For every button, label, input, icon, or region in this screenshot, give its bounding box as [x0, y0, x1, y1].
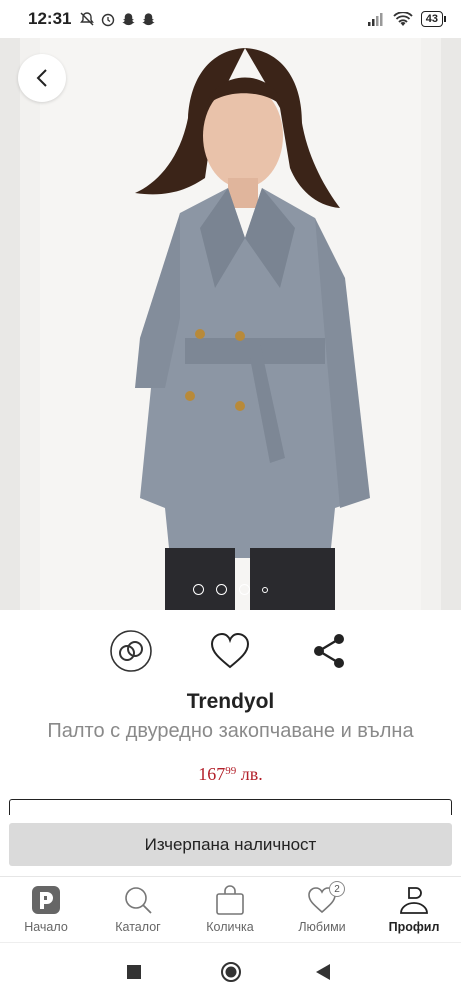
- product-image[interactable]: [40, 38, 421, 610]
- wifi-icon: [393, 11, 413, 26]
- product-price: 16799 лв.: [0, 764, 461, 785]
- search-icon: [123, 883, 153, 917]
- nav-item-cart[interactable]: Количка: [184, 883, 276, 934]
- battery-indicator: 43: [420, 11, 447, 27]
- nav-item-home[interactable]: Начало: [0, 883, 92, 934]
- share-button[interactable]: [306, 628, 352, 674]
- price-currency: лв.: [240, 764, 263, 784]
- square-icon: [127, 965, 141, 979]
- status-time: 12:31: [28, 9, 72, 28]
- previous-image-peek: [0, 38, 20, 610]
- nav-label: Профил: [388, 920, 440, 934]
- nav-label: Любими: [298, 920, 346, 934]
- snapchat-icon: [142, 12, 156, 25]
- cart-bag-icon: [215, 883, 245, 917]
- coat-model-illustration: [135, 48, 370, 610]
- favorites-count-badge: 2: [329, 881, 345, 897]
- next-image-peek: [441, 38, 461, 610]
- chevron-left-icon: [36, 69, 47, 87]
- bottom-navigation: Начало Каталог Количка 2 Любими Профил: [0, 876, 461, 941]
- home-system-button[interactable]: [220, 961, 242, 988]
- snapchat-icon: [122, 12, 136, 25]
- nav-label: Начало: [24, 920, 68, 934]
- recent-apps-button[interactable]: [127, 965, 141, 984]
- price-main: 167: [198, 764, 226, 784]
- out-of-stock-button[interactable]: Изчерпана наличност: [9, 823, 452, 866]
- size-select[interactable]: [9, 799, 452, 815]
- status-left: 12:31: [28, 9, 156, 29]
- heart-icon: 2: [307, 881, 345, 917]
- gallery-pagination: [0, 584, 461, 595]
- gallery-dot[interactable]: [262, 586, 268, 593]
- back-button[interactable]: [18, 54, 66, 102]
- brand-name[interactable]: Trendyol: [0, 690, 461, 714]
- share-icon: [314, 634, 344, 668]
- price-cents: 99: [225, 765, 237, 777]
- nav-label: Количка: [206, 920, 254, 934]
- product-image-gallery[interactable]: [0, 38, 461, 610]
- nav-item-favorites[interactable]: 2 Любими: [276, 881, 368, 934]
- notifications-muted-icon: [80, 12, 95, 26]
- gallery-dot[interactable]: [239, 584, 250, 595]
- product-name: Палто с двуредно закопчаване и вълна: [47, 720, 414, 742]
- status-right: 43: [367, 11, 447, 27]
- nav-item-profile[interactable]: Профил: [368, 883, 460, 934]
- gallery-dot[interactable]: [193, 584, 204, 595]
- nav-label: Каталог: [115, 920, 161, 934]
- home-logo-icon: [31, 883, 61, 917]
- product-actions: [0, 628, 461, 674]
- alarm-icon: [102, 13, 115, 27]
- profile-icon: [399, 883, 429, 917]
- nav-item-catalog[interactable]: Каталог: [92, 883, 184, 934]
- circle-icon: [221, 962, 241, 982]
- favorite-button[interactable]: [207, 628, 253, 674]
- compare-button[interactable]: [108, 628, 154, 674]
- heart-icon: [210, 632, 250, 669]
- status-bar: 12:31 43: [0, 0, 461, 38]
- signal-icon: [367, 13, 383, 26]
- gallery-dot[interactable]: [216, 584, 227, 595]
- compare-rings-icon: [110, 630, 152, 672]
- triangle-back-icon: [316, 964, 330, 980]
- status-notification-icons: [79, 11, 156, 27]
- back-system-button[interactable]: [316, 964, 330, 985]
- system-navigation-bar: [0, 942, 461, 1000]
